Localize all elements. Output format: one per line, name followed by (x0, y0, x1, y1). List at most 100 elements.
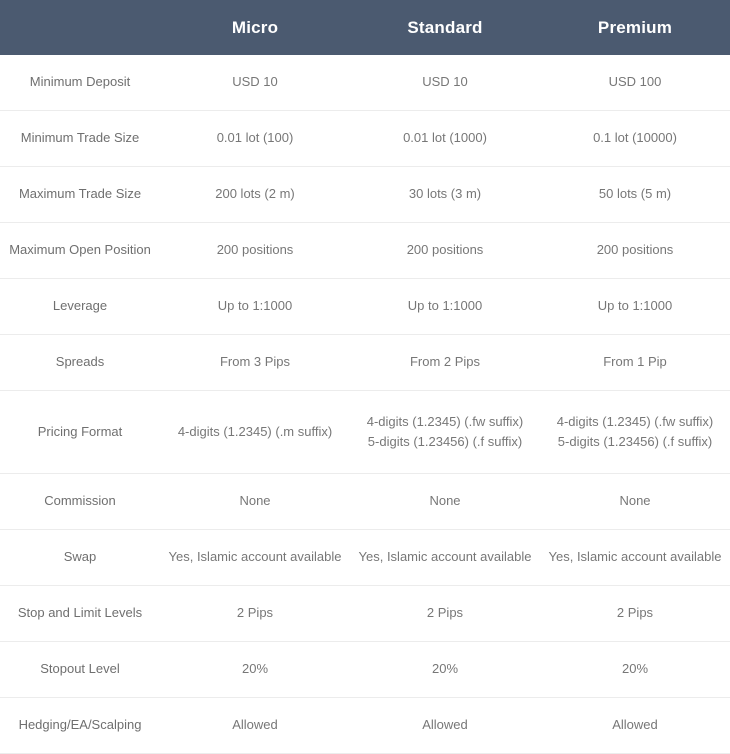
value-cell-micro: 200 lots (2 m) (160, 167, 350, 223)
value-line: 20% (621, 661, 649, 677)
value-line: USD 10 (232, 74, 278, 90)
value-line: None (619, 493, 651, 509)
table-row: Maximum Trade Size 200 lots (2 m) 30 lots … (0, 166, 730, 223)
value-cell-premium: Up to 1:1000 (540, 279, 730, 335)
table-header-row: Micro Standard Premium (0, 0, 730, 55)
value-line: 30 lots (3 m) (408, 186, 482, 202)
value-cell-standard: 30 lots (3 m) (350, 167, 540, 223)
value-cell-standard: Allowed (350, 698, 540, 754)
value-cell-premium: 50 lots (5 m) (540, 167, 730, 223)
feature-label: Hedging/EA/Scalping (18, 717, 142, 733)
value-line: 2 Pips (426, 605, 464, 621)
value-line: USD 100 (608, 74, 662, 90)
plan-column-header-premium: Premium (597, 17, 673, 37)
table-header: Micro Standard Premium (0, 0, 730, 55)
value-cell-micro: 20% (160, 642, 350, 698)
value-cell-micro: Allowed (160, 698, 350, 754)
table-row: Spreads From 3 Pips From 2 Pips From 1 Pip (0, 334, 730, 391)
value-line: 4-digits (1.2345) (.fw suffix) (366, 413, 524, 429)
value-cell-premium: 2 Pips (540, 586, 730, 642)
value-cell-micro: From 3 Pips (160, 335, 350, 391)
value-line: 0.01 lot (1000) (403, 130, 487, 146)
value-cell-standard: Up to 1:1000 (350, 279, 540, 335)
value-line: From 2 Pips (409, 354, 481, 370)
value-cell-standard: 2 Pips (350, 586, 540, 642)
value-line: 20% (431, 661, 459, 677)
value-line: 200 positions (216, 242, 294, 258)
feature-label: Leverage (52, 298, 108, 314)
value-cell-premium: Allowed (540, 698, 730, 754)
value-cell-micro: None (160, 474, 350, 530)
value-line: From 1 Pip (603, 354, 667, 370)
table-row: Maximum Open Position 200 positions 200 po… (0, 222, 730, 279)
value-line: 2 Pips (236, 605, 274, 621)
value-line: 200 positions (406, 242, 484, 258)
value-cell-micro: 2 Pips (160, 586, 350, 642)
value-line: None (239, 493, 271, 509)
value-line: None (429, 493, 461, 509)
value-cell-premium: 0.1 lot (10000) (540, 111, 730, 167)
value-cell-standard: USD 10 (350, 55, 540, 111)
account-type-comparison-table: Micro Standard Premium Minimum Deposit USD … (0, 0, 730, 754)
value-cell-standard: 20% (350, 642, 540, 698)
value-line: 2 Pips (616, 605, 654, 621)
value-cell-premium: Yes, Islamic account available (540, 530, 730, 586)
value-cell-standard: Yes, Islamic account available (350, 530, 540, 586)
table-row: Minimum Trade Size 0.01 lot (100) 0.01 lot… (0, 110, 730, 167)
feature-label: Stopout Level (40, 661, 120, 677)
value-line: 200 lots (2 m) (215, 186, 295, 202)
value-line: 4-digits (1.2345) (.m suffix) (177, 423, 333, 439)
value-cell-premium: USD 100 (540, 55, 730, 111)
table-row: Swap Yes, Islamic account available Yes, I… (0, 529, 730, 586)
value-line: Allowed (232, 717, 278, 733)
table-row: Stopout Level 20% 20% 20% (0, 641, 730, 698)
feature-label: Commission (44, 493, 116, 509)
value-line: Allowed (612, 717, 658, 733)
feature-label: Spreads (55, 354, 105, 370)
value-cell-premium: From 1 Pip (540, 335, 730, 391)
value-cell-micro: Yes, Islamic account available (160, 530, 350, 586)
value-cell-premium: 200 positions (540, 223, 730, 279)
value-cell-premium: None (540, 474, 730, 530)
value-cell-premium: 20% (540, 642, 730, 698)
value-cell-standard: From 2 Pips (350, 335, 540, 391)
value-line: 0.01 lot (100) (216, 130, 294, 146)
value-line: 0.1 lot (10000) (593, 130, 677, 146)
plan-column-header-standard: Standard (407, 17, 483, 37)
feature-label: Swap (63, 549, 97, 565)
plan-column-header-micro: Micro (231, 17, 279, 37)
value-line: Yes, Islamic account available (168, 549, 342, 565)
value-line: 5-digits (1.23456) (.f suffix) (367, 434, 523, 449)
value-cell-micro: USD 10 (160, 55, 350, 111)
table-row: Stop and Limit Levels 2 Pips 2 Pips 2 Pips (0, 585, 730, 642)
table-body: Minimum Deposit USD 10 USD 10 USD 100 Minimu… (0, 55, 730, 754)
table-row: Minimum Deposit USD 10 USD 10 USD 100 (0, 55, 730, 111)
table-row: Pricing Format 4-digits (1.2345) (.m suff… (0, 390, 730, 474)
value-line: From 3 Pips (219, 354, 291, 370)
value-cell-standard: 200 positions (350, 223, 540, 279)
value-line: 50 lots (5 m) (598, 186, 672, 202)
value-line: Up to 1:1000 (217, 298, 293, 314)
table-row: Commission None None None (0, 473, 730, 530)
value-cell-standard: None (350, 474, 540, 530)
value-cell-micro: 4-digits (1.2345) (.m suffix) (160, 391, 350, 474)
feature-column-header (0, 0, 160, 55)
value-cell-micro: 0.01 lot (100) (160, 111, 350, 167)
feature-label: Minimum Deposit (29, 74, 131, 90)
feature-label: Stop and Limit Levels (17, 605, 143, 621)
value-line: 4-digits (1.2345) (.fw suffix) (556, 413, 714, 429)
value-line: Up to 1:1000 (597, 298, 673, 314)
value-cell-premium: 4-digits (1.2345) (.fw suffix) 5-digits (… (540, 391, 730, 474)
value-cell-standard: 0.01 lot (1000) (350, 111, 540, 167)
feature-label: Minimum Trade Size (20, 130, 140, 146)
feature-label: Maximum Trade Size (18, 186, 142, 202)
feature-label: Maximum Open Position (9, 242, 151, 258)
value-cell-micro: 200 positions (160, 223, 350, 279)
value-line: USD 10 (422, 74, 468, 90)
value-line: 200 positions (596, 242, 674, 258)
value-cell-micro: Up to 1:1000 (160, 279, 350, 335)
value-cell-standard: 4-digits (1.2345) (.fw suffix) 5-digits (… (350, 391, 540, 474)
table-row: Hedging/EA/Scalping Allowed Allowed Allowed (0, 697, 730, 754)
feature-label: Pricing Format (37, 423, 123, 439)
value-line: Yes, Islamic account available (358, 549, 532, 565)
